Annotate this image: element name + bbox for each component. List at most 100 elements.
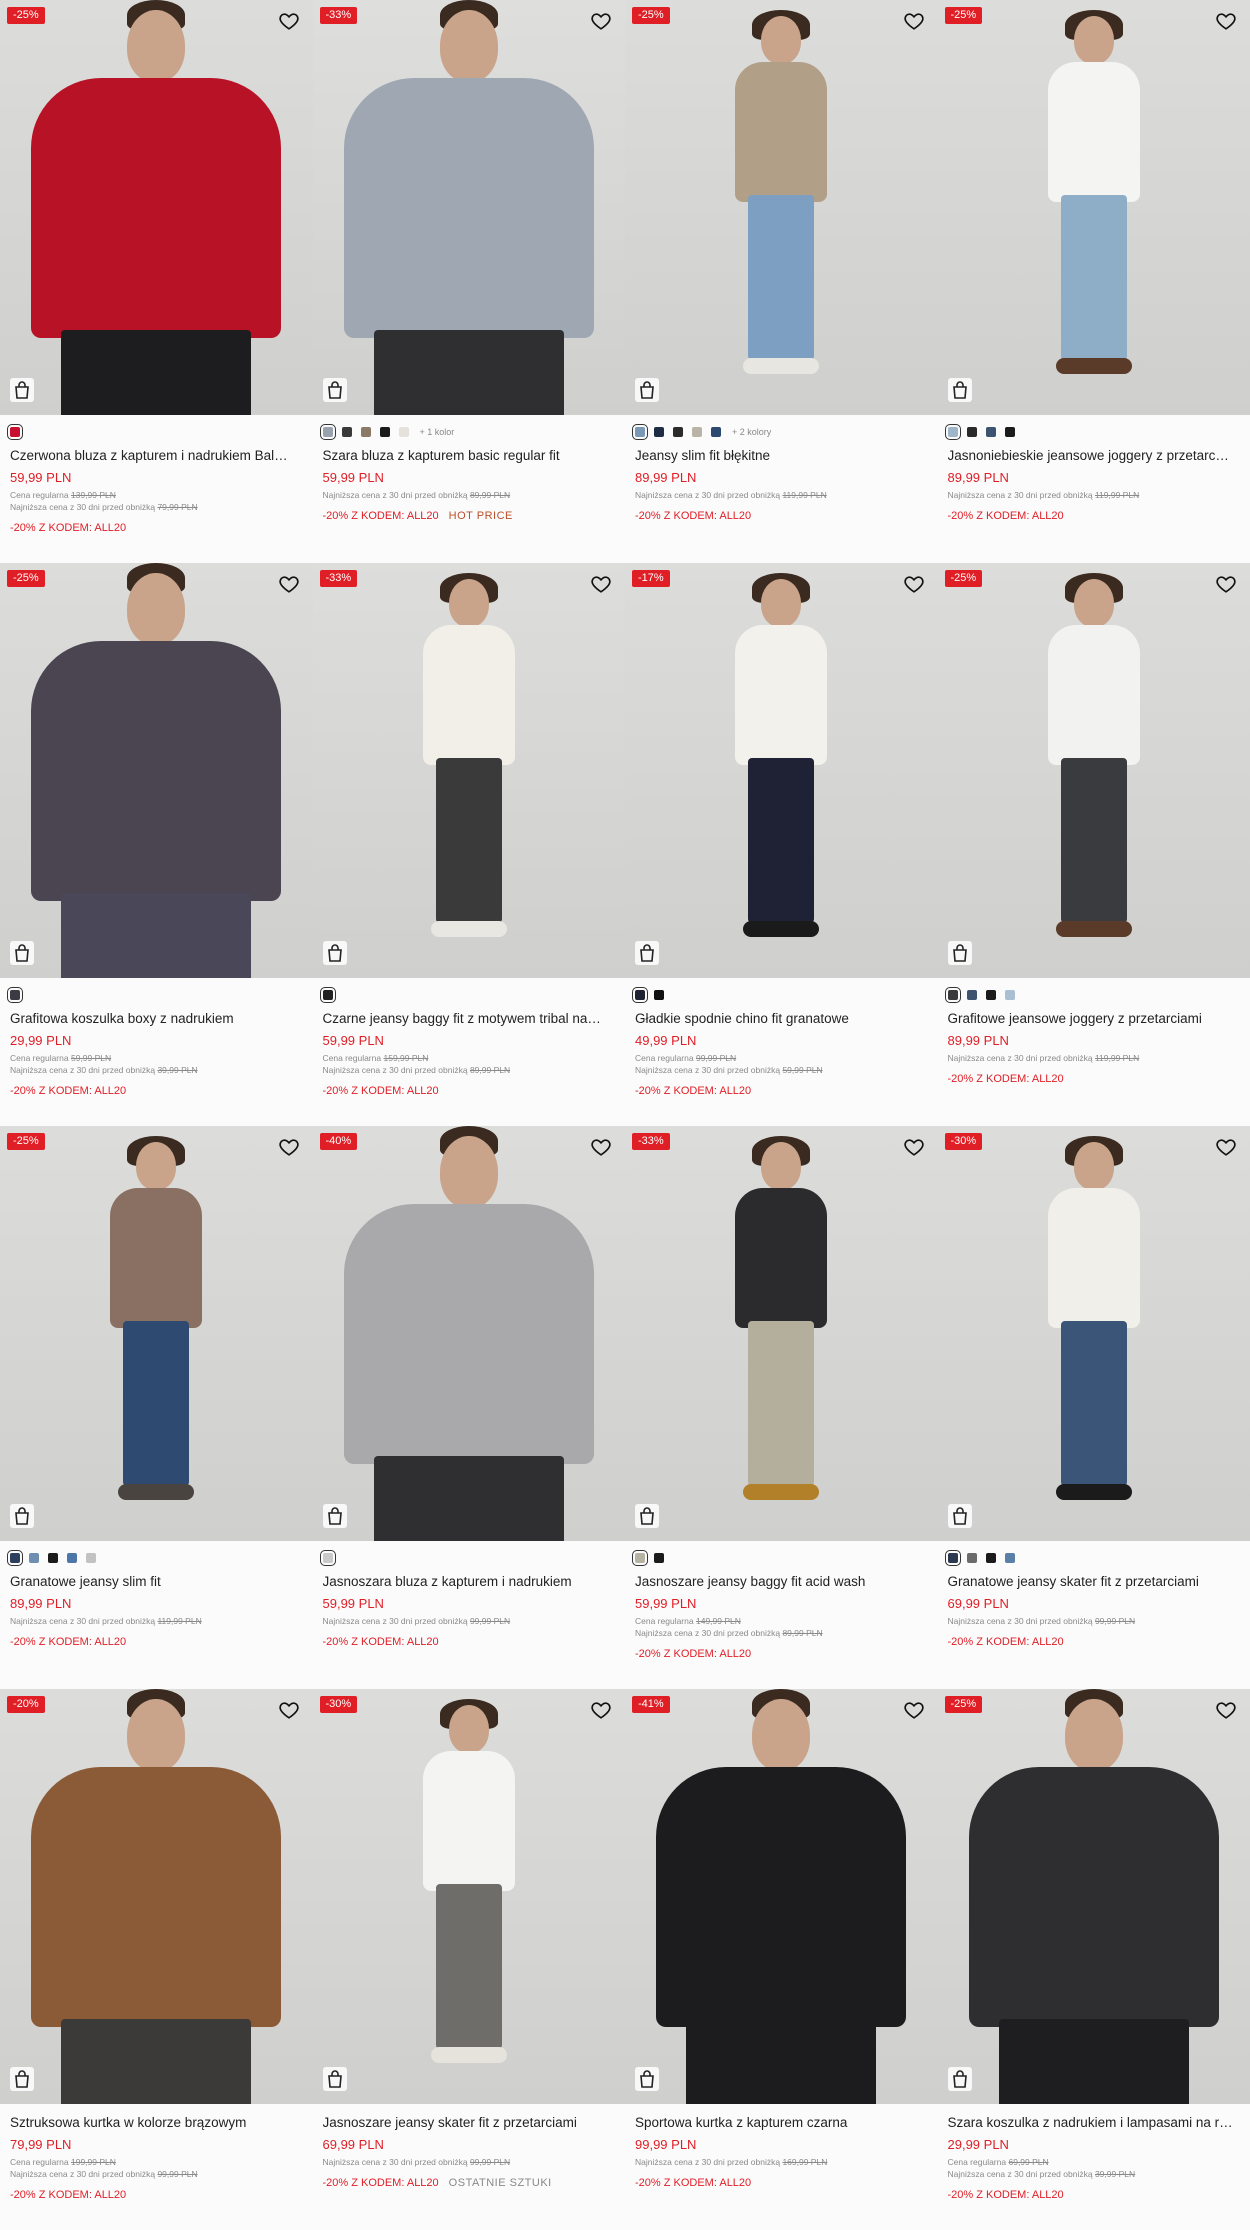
color-swatch[interactable]: [7, 424, 23, 440]
color-swatch[interactable]: [654, 1553, 664, 1563]
color-swatch[interactable]: [632, 424, 648, 440]
product-card[interactable]: -33% Czarne jeansy baggy fit z motywem t…: [312, 563, 625, 1126]
color-swatch[interactable]: [944, 424, 961, 440]
color-swatch[interactable]: [86, 1553, 96, 1563]
product-image[interactable]: -25%: [0, 0, 313, 415]
heart-icon[interactable]: [1215, 1136, 1237, 1158]
add-to-cart-button[interactable]: [322, 378, 347, 402]
color-swatch[interactable]: [985, 427, 996, 437]
product-name[interactable]: Grafitowe jeansowe joggery z przetarciam…: [948, 1010, 1241, 1028]
product-name[interactable]: Jasnoniebieskie jeansowe joggery z przet…: [948, 447, 1241, 465]
color-swatch[interactable]: [48, 1553, 58, 1563]
color-swatch[interactable]: [966, 1553, 977, 1563]
product-image[interactable]: -20%: [0, 1689, 313, 2104]
product-name[interactable]: Granatowe jeansy skater fit z przetarcia…: [948, 1573, 1241, 1591]
color-swatch[interactable]: [632, 987, 648, 1003]
add-to-cart-button[interactable]: [10, 2067, 34, 2091]
product-card[interactable]: -25% Grafitowa koszulka boxy z nadrukiem…: [0, 563, 313, 1126]
color-swatch[interactable]: [692, 427, 702, 437]
product-image[interactable]: -30%: [937, 1126, 1250, 1541]
color-swatch[interactable]: [673, 427, 683, 437]
product-name[interactable]: Jeansy slim fit błękitne: [635, 447, 928, 465]
product-card[interactable]: -40% Jasnoszara bluza z kapturem i nadru…: [312, 1126, 625, 1689]
color-swatch[interactable]: [654, 990, 664, 1000]
heart-icon[interactable]: [278, 573, 300, 595]
add-to-cart-button[interactable]: [10, 1504, 34, 1528]
color-swatch[interactable]: [341, 427, 352, 437]
add-to-cart-button[interactable]: [322, 1504, 347, 1528]
product-image[interactable]: -25%: [937, 1689, 1250, 2104]
product-card[interactable]: -33% + 1 kolor Szara bluza z kapturem ba…: [312, 0, 625, 563]
color-swatch[interactable]: [29, 1553, 39, 1563]
heart-icon[interactable]: [903, 573, 925, 595]
color-swatch[interactable]: [632, 1550, 648, 1566]
color-swatch[interactable]: [1004, 1553, 1015, 1563]
product-name[interactable]: Szara bluza z kapturem basic regular fit: [323, 447, 616, 465]
heart-icon[interactable]: [278, 10, 300, 32]
product-image[interactable]: -25%: [937, 0, 1250, 415]
color-swatch[interactable]: [7, 1550, 23, 1566]
color-swatch[interactable]: [985, 990, 996, 1000]
product-name[interactable]: Jasnoszara bluza z kapturem i nadrukiem: [323, 1573, 616, 1591]
product-card[interactable]: -25% Czerwona bluza z kapturem i nadruki…: [0, 0, 313, 563]
add-to-cart-button[interactable]: [10, 941, 34, 965]
color-swatch[interactable]: [654, 427, 664, 437]
color-swatch[interactable]: [711, 427, 721, 437]
product-card[interactable]: -25% Szara koszulka z nadrukiem i lampas…: [937, 1689, 1250, 2230]
product-card[interactable]: -25% + 2 kolory Jeansy slim fit błękitne…: [625, 0, 938, 563]
product-image[interactable]: -33%: [312, 0, 625, 415]
heart-icon[interactable]: [590, 10, 612, 32]
add-to-cart-button[interactable]: [947, 1504, 972, 1528]
product-image[interactable]: -30%: [312, 1689, 625, 2104]
product-card[interactable]: -30% Granatowe jeansy skater fit z przet…: [937, 1126, 1250, 1689]
product-image[interactable]: -25%: [0, 563, 313, 978]
heart-icon[interactable]: [590, 1699, 612, 1721]
heart-icon[interactable]: [590, 573, 612, 595]
color-swatch[interactable]: [1004, 427, 1015, 437]
product-card[interactable]: -25% Granatowe jeansy slim fit 89,99 PLN…: [0, 1126, 313, 1689]
product-name[interactable]: Sportowa kurtka z kapturem czarna: [635, 2114, 928, 2132]
color-swatch[interactable]: [319, 987, 336, 1003]
product-name[interactable]: Jasnoszare jeansy baggy fit acid wash: [635, 1573, 928, 1591]
product-image[interactable]: -25%: [0, 1126, 313, 1541]
product-name[interactable]: Czerwona bluza z kapturem i nadrukiem Ba…: [10, 447, 303, 465]
heart-icon[interactable]: [278, 1136, 300, 1158]
add-to-cart-button[interactable]: [635, 1504, 659, 1528]
product-card[interactable]: -20% Sztruksowa kurtka w kolorze brązowy…: [0, 1689, 313, 2230]
heart-icon[interactable]: [903, 1699, 925, 1721]
color-swatch[interactable]: [966, 990, 977, 1000]
product-image[interactable]: -33%: [625, 1126, 938, 1541]
product-image[interactable]: -40%: [312, 1126, 625, 1541]
color-swatch[interactable]: [67, 1553, 77, 1563]
add-to-cart-button[interactable]: [635, 941, 659, 965]
product-card[interactable]: -30% Jasnoszare jeansy skater fit z prze…: [312, 1689, 625, 2230]
add-to-cart-button[interactable]: [947, 2067, 972, 2091]
add-to-cart-button[interactable]: [635, 2067, 659, 2091]
color-swatch[interactable]: [944, 987, 961, 1003]
color-swatch[interactable]: [319, 1550, 336, 1566]
product-card[interactable]: -25% Jasnoniebieskie jeansowe joggery z …: [937, 0, 1250, 563]
product-name[interactable]: Jasnoszare jeansy skater fit z przetarci…: [323, 2114, 616, 2132]
product-name[interactable]: Czarne jeansy baggy fit z motywem tribal…: [323, 1010, 616, 1028]
product-name[interactable]: Granatowe jeansy slim fit: [10, 1573, 303, 1591]
heart-icon[interactable]: [903, 1136, 925, 1158]
add-to-cart-button[interactable]: [322, 941, 347, 965]
color-swatch[interactable]: [1004, 990, 1015, 1000]
product-card[interactable]: -41% Sportowa kurtka z kapturem czarna 9…: [625, 1689, 938, 2230]
add-to-cart-button[interactable]: [322, 2067, 347, 2091]
product-card[interactable]: -17% Gładkie spodnie chino fit granatowe…: [625, 563, 938, 1126]
heart-icon[interactable]: [590, 1136, 612, 1158]
product-name[interactable]: Gładkie spodnie chino fit granatowe: [635, 1010, 928, 1028]
add-to-cart-button[interactable]: [947, 378, 972, 402]
color-swatch[interactable]: [985, 1553, 996, 1563]
color-swatch[interactable]: [966, 427, 977, 437]
heart-icon[interactable]: [278, 1699, 300, 1721]
product-image[interactable]: -41%: [625, 1689, 938, 2104]
add-to-cart-button[interactable]: [635, 378, 659, 402]
more-colors-label[interactable]: + 2 kolory: [732, 427, 771, 437]
color-swatch[interactable]: [944, 1550, 961, 1566]
color-swatch[interactable]: [7, 987, 23, 1003]
product-card[interactable]: -25% Grafitowe jeansowe joggery z przeta…: [937, 563, 1250, 1126]
color-swatch[interactable]: [319, 424, 336, 440]
add-to-cart-button[interactable]: [947, 941, 972, 965]
